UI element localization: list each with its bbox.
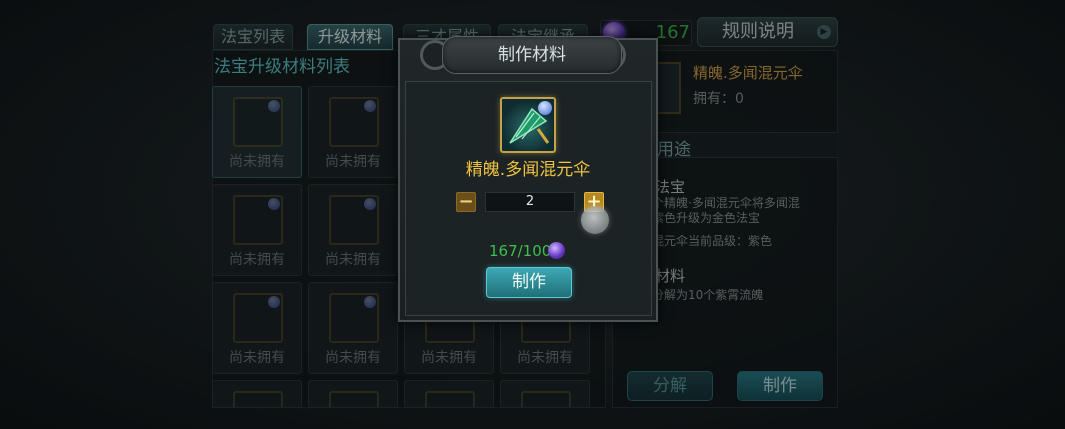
dialog-item-name: 精魄.多闻混元伞 <box>465 160 591 180</box>
touch-cursor-indicator <box>581 206 609 234</box>
quantity-input[interactable]: 2 <box>485 192 575 212</box>
quality-badge-icon <box>538 101 552 115</box>
quantity-decrease-button[interactable]: − <box>456 192 476 212</box>
umbrella-item-icon <box>500 97 556 153</box>
make-button[interactable]: 制作 <box>486 267 572 298</box>
purple-gem-icon <box>548 242 565 259</box>
craft-cost: 167/100 <box>489 242 552 260</box>
dialog-title: 制作材料 <box>498 45 566 65</box>
